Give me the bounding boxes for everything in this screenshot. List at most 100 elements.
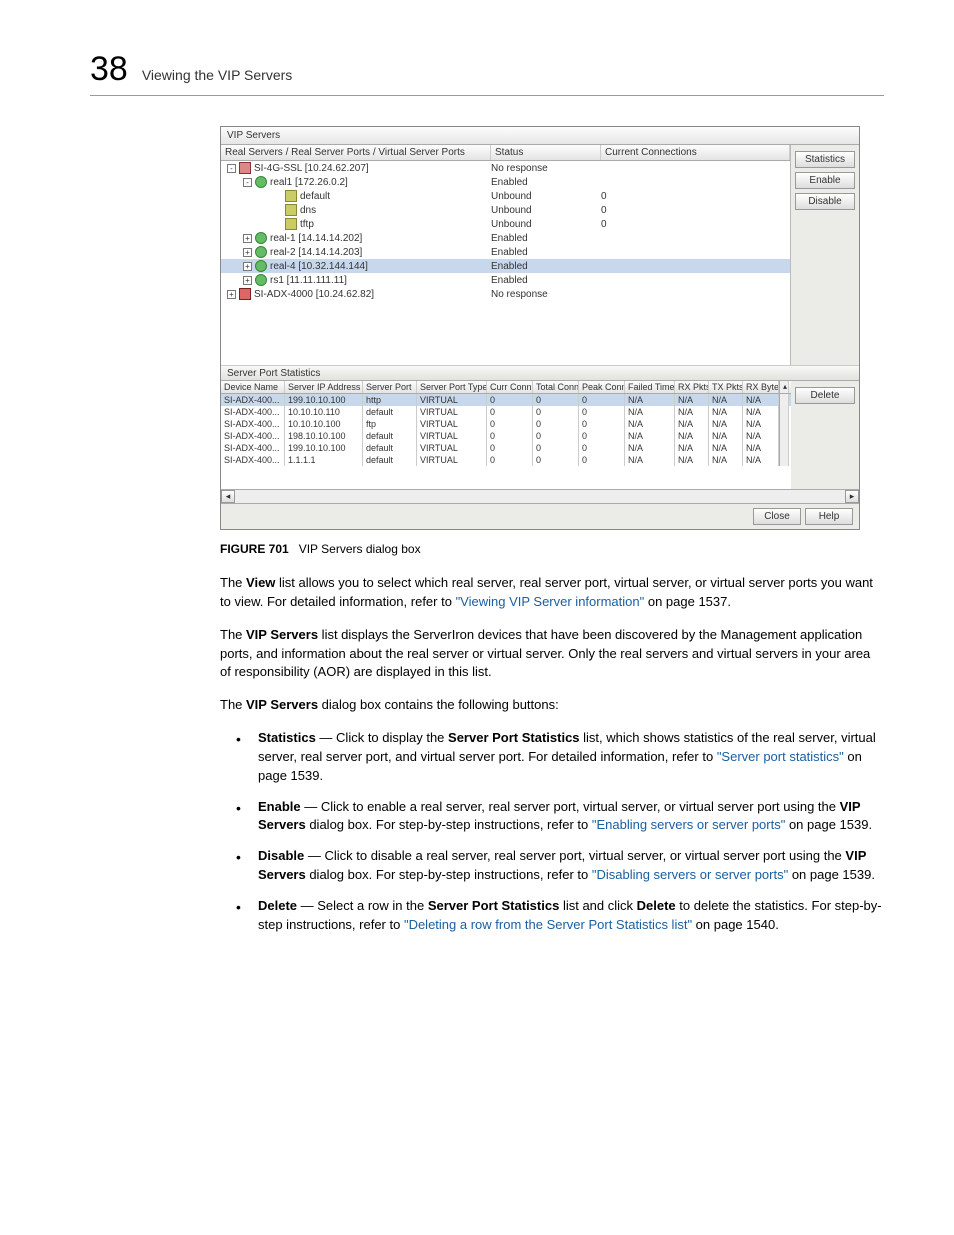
link-server-port-statistics[interactable]: "Server port statistics": [717, 749, 844, 764]
tree-item-label[interactable]: -SI-4G-SSL [10.24.62.207]: [227, 162, 491, 174]
button-description-list: Statistics — Click to display the Server…: [236, 729, 884, 935]
scroll-up-arrow[interactable]: ▴: [779, 381, 789, 393]
port-icon: [285, 204, 297, 216]
stats-row[interactable]: SI-ADX-400...198.10.10.100defaultVIRTUAL…: [221, 430, 791, 442]
scroll-right-arrow[interactable]: ▸: [845, 490, 859, 503]
collapse-icon[interactable]: -: [243, 178, 252, 187]
stats-cell: default: [363, 454, 417, 466]
stats-col-header[interactable]: Failed Time: [625, 381, 675, 393]
tree-item-label[interactable]: +rs1 [11.11.111.11]: [227, 274, 491, 286]
tree-row[interactable]: dnsUnbound0: [221, 203, 790, 217]
stats-cell: 0: [579, 454, 625, 466]
link-deleting-row[interactable]: "Deleting a row from the Server Port Sta…: [404, 917, 692, 932]
tree-item-label[interactable]: default: [227, 190, 491, 202]
stats-col-header[interactable]: Device Name: [221, 381, 285, 393]
tree-row[interactable]: +real-4 [10.32.144.144]Enabled: [221, 259, 790, 273]
stats-cell: N/A: [709, 442, 743, 454]
side-button-column-bottom: Delete: [791, 381, 859, 489]
stats-cell: N/A: [675, 454, 709, 466]
tree-item-label[interactable]: + SI-ADX-4000 [10.24.62.82]: [227, 288, 491, 300]
stats-cell: SI-ADX-400...: [221, 394, 285, 406]
port-icon: [285, 190, 297, 202]
page-title: Viewing the VIP Servers: [142, 67, 292, 83]
stats-cell: 0: [487, 454, 533, 466]
tree-row[interactable]: defaultUnbound0: [221, 189, 790, 203]
expand-icon[interactable]: +: [243, 276, 252, 285]
tree-item-label[interactable]: + real-2 [14.14.14.203]: [227, 246, 491, 258]
stats-col-header[interactable]: Peak Conn: [579, 381, 625, 393]
stats-cell: N/A: [709, 454, 743, 466]
expand-icon[interactable]: +: [243, 262, 252, 271]
stats-row[interactable]: SI-ADX-400...199.10.10.100defaultVIRTUAL…: [221, 442, 791, 454]
tree-item-text: real-2 [14.14.14.203]: [270, 247, 362, 258]
delete-button[interactable]: Delete: [795, 387, 855, 404]
stats-col-header[interactable]: Server Port: [363, 381, 417, 393]
scroll-track-cell[interactable]: [779, 454, 789, 466]
help-button[interactable]: Help: [805, 508, 853, 525]
tree-row[interactable]: -real1 [172.26.0.2]Enabled: [221, 175, 790, 189]
expand-icon[interactable]: +: [227, 290, 236, 299]
col-header-tree[interactable]: Real Servers / Real Server Ports / Virtu…: [221, 145, 491, 160]
col-header-conn[interactable]: Current Connections: [601, 145, 790, 160]
scroll-track-cell[interactable]: [779, 406, 789, 418]
scroll-track-cell[interactable]: [779, 430, 789, 442]
stats-col-header[interactable]: TX Pkts: [709, 381, 743, 393]
disable-button[interactable]: Disable: [795, 193, 855, 210]
stats-cell: N/A: [625, 406, 675, 418]
expand-icon[interactable]: +: [243, 234, 252, 243]
link-disabling-servers[interactable]: "Disabling servers or server ports": [592, 867, 788, 882]
scroll-track-cell[interactable]: [779, 442, 789, 454]
stats-col-header[interactable]: RX Pkts: [675, 381, 709, 393]
stats-section-title: Server Port Statistics: [221, 365, 859, 381]
scroll-left-arrow[interactable]: ◂: [221, 490, 235, 503]
stats-row[interactable]: SI-ADX-400...1.1.1.1defaultVIRTUAL000N/A…: [221, 454, 791, 466]
collapse-icon[interactable]: -: [227, 164, 236, 173]
tree-item-label[interactable]: +real-1 [14.14.14.202]: [227, 232, 491, 244]
stats-cell: 0: [579, 406, 625, 418]
real-icon: [255, 260, 267, 272]
stats-col-header[interactable]: Server IP Address: [285, 381, 363, 393]
tree-item-label[interactable]: tftp: [227, 218, 491, 230]
tree-item-label[interactable]: dns: [227, 204, 491, 216]
link-enabling-servers[interactable]: "Enabling servers or server ports": [592, 817, 785, 832]
col-header-status[interactable]: Status: [491, 145, 601, 160]
tree-row[interactable]: +real-1 [14.14.14.202]Enabled: [221, 231, 790, 245]
tree-item-text: SI-ADX-4000 [10.24.62.82]: [254, 289, 374, 300]
statistics-button[interactable]: Statistics: [795, 151, 855, 168]
stats-col-header[interactable]: Total Conn: [533, 381, 579, 393]
stats-cell: 0: [533, 418, 579, 430]
close-button[interactable]: Close: [753, 508, 801, 525]
link-viewing-vip-info[interactable]: "Viewing VIP Server information": [456, 594, 645, 609]
tree-item-label[interactable]: +real-4 [10.32.144.144]: [227, 260, 491, 272]
stats-row[interactable]: SI-ADX-400...10.10.10.110defaultVIRTUAL0…: [221, 406, 791, 418]
scroll-track-cell[interactable]: [779, 394, 789, 406]
figure-text: VIP Servers dialog box: [299, 542, 421, 556]
tree-row[interactable]: tftpUnbound0: [221, 217, 790, 231]
stats-cell: 199.10.10.100: [285, 394, 363, 406]
tree-row[interactable]: +real-2 [14.14.14.203]Enabled: [221, 245, 790, 259]
stats-row[interactable]: SI-ADX-400...199.10.10.100httpVIRTUAL000…: [221, 394, 791, 406]
scroll-track-cell[interactable]: [779, 418, 789, 430]
expand-icon[interactable]: +: [243, 248, 252, 257]
adx-icon: [239, 288, 251, 300]
stats-col-header[interactable]: Curr Conn: [487, 381, 533, 393]
stats-cell: 0: [579, 442, 625, 454]
stats-col-header[interactable]: RX Bytes: [743, 381, 779, 393]
stats-row[interactable]: SI-ADX-400...10.10.10.100ftpVIRTUAL000N/…: [221, 418, 791, 430]
stats-cell: N/A: [743, 394, 779, 406]
enable-button[interactable]: Enable: [795, 172, 855, 189]
port-icon: [285, 218, 297, 230]
tree-row[interactable]: +SI-ADX-4000 [10.24.62.82]No response: [221, 287, 790, 301]
horizontal-scrollbar[interactable]: ◂ ▸: [221, 489, 859, 503]
tree-item-label[interactable]: -real1 [172.26.0.2]: [227, 176, 491, 188]
stats-cell: N/A: [709, 406, 743, 418]
stats-cell: SI-ADX-400...: [221, 406, 285, 418]
tree-item-status: Enabled: [491, 233, 601, 244]
stats-cell: VIRTUAL: [417, 406, 487, 418]
stats-cell: VIRTUAL: [417, 418, 487, 430]
page-header: 38 Viewing the VIP Servers: [90, 50, 884, 96]
tree-row[interactable]: -SI-4G-SSL [10.24.62.207]No response: [221, 161, 790, 175]
stats-cell: N/A: [709, 430, 743, 442]
stats-col-header[interactable]: Server Port Type: [417, 381, 487, 393]
tree-row[interactable]: +rs1 [11.11.111.11]Enabled: [221, 273, 790, 287]
